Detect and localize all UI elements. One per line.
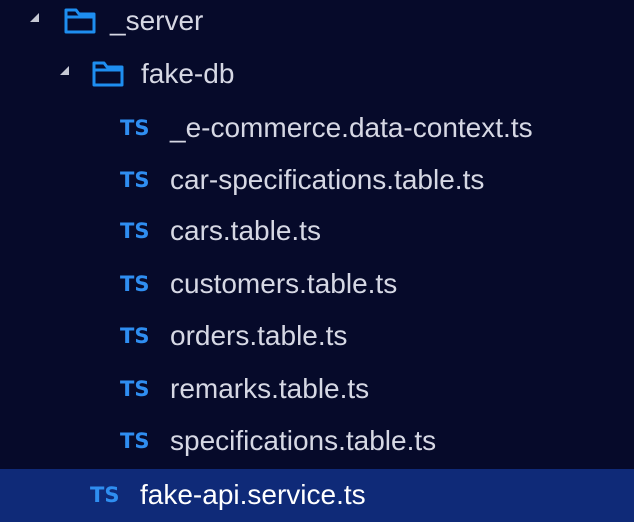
typescript-icon: TS xyxy=(120,324,150,348)
tree-item-file[interactable]: TS customers.table.ts xyxy=(0,259,634,311)
folder-icon xyxy=(64,8,96,34)
tree-item-label: _server xyxy=(110,5,204,36)
tree-item-file[interactable]: TS _e-commerce.data-context.ts xyxy=(0,103,634,155)
tree-item-fake-db-folder[interactable]: fake-db xyxy=(0,49,634,101)
expanded-chevron-icon[interactable] xyxy=(60,66,69,75)
typescript-icon: TS xyxy=(90,483,120,507)
typescript-icon: TS xyxy=(120,377,150,401)
typescript-icon: TS xyxy=(120,219,150,243)
tree-item-server-folder[interactable]: _server xyxy=(0,0,634,48)
typescript-icon: TS xyxy=(120,429,150,453)
typescript-icon: TS xyxy=(120,116,150,140)
tree-item-label: fake-api.service.ts xyxy=(140,479,366,510)
expanded-chevron-icon[interactable] xyxy=(30,13,39,22)
typescript-icon: TS xyxy=(120,272,150,296)
tree-item-label: fake-db xyxy=(141,58,235,89)
tree-item-label: customers.table.ts xyxy=(170,268,398,299)
tree-item-file[interactable]: TS specifications.table.ts xyxy=(0,416,634,468)
tree-item-file[interactable]: TS cars.table.ts xyxy=(0,206,634,258)
tree-item-label: car-specifications.table.ts xyxy=(170,164,485,195)
tree-item-label: remarks.table.ts xyxy=(170,373,370,404)
tree-item-label: orders.table.ts xyxy=(170,320,348,351)
tree-item-file[interactable]: TS car-specifications.table.ts xyxy=(0,155,634,207)
folder-icon xyxy=(92,61,124,87)
tree-item-label: _e-commerce.data-context.ts xyxy=(170,112,533,143)
tree-item-file[interactable]: TS remarks.table.ts xyxy=(0,364,634,416)
tree-item-file-selected[interactable]: TS fake-api.service.ts xyxy=(0,469,634,522)
tree-item-file[interactable]: TS orders.table.ts xyxy=(0,311,634,363)
typescript-icon: TS xyxy=(120,168,150,192)
tree-item-label: cars.table.ts xyxy=(170,215,321,246)
file-explorer-tree: _server fake-db TS _e-commerce.data-cont… xyxy=(0,0,634,522)
tree-item-label: specifications.table.ts xyxy=(170,425,437,456)
